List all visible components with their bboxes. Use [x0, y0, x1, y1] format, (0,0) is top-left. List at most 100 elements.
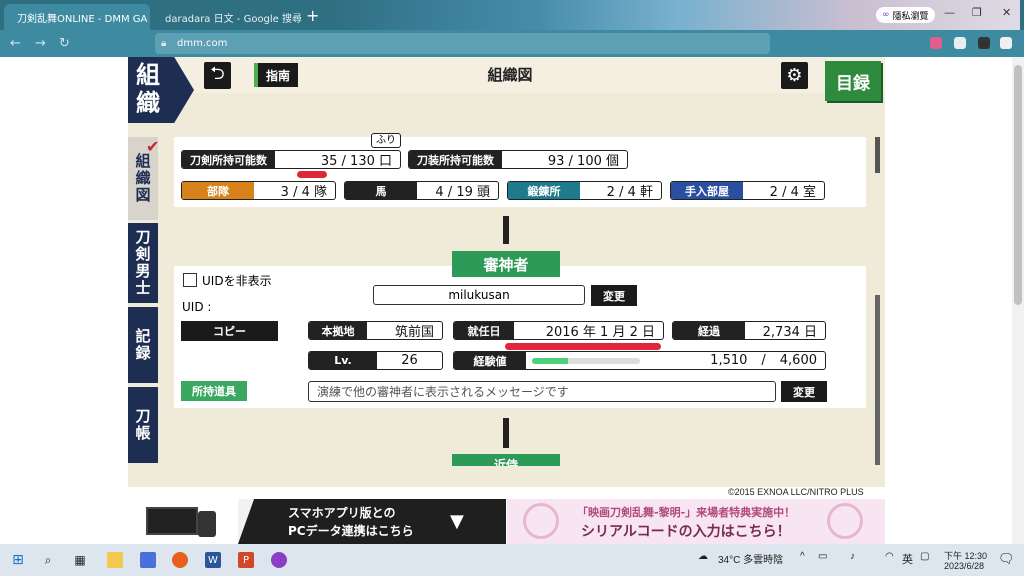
catalog-button[interactable]: 目録	[825, 61, 881, 101]
pocket-icon[interactable]	[930, 37, 942, 49]
menu-icon[interactable]	[1000, 37, 1012, 49]
copy-button[interactable]: コピー	[181, 321, 278, 341]
next-section-header: 近侍	[452, 454, 560, 466]
monitor-icon	[146, 507, 198, 535]
elapsed-days: 経過 2,734 日	[672, 321, 826, 340]
equipment-capacity: 刀装所持可能数 93 / 100 個	[408, 150, 628, 169]
task-view-icon[interactable]: ▦	[72, 552, 88, 568]
stat-label: 就任日	[454, 322, 514, 339]
stat-value: 26	[401, 353, 418, 368]
extension-icon[interactable]	[954, 37, 966, 49]
url-field[interactable]: 🔒︎ dmm.com	[155, 33, 770, 54]
banner-text-line1: 「映画刀剣乱舞-黎明-」来場者特典実施中！	[577, 506, 796, 519]
gear-icon[interactable]: ⚙	[781, 62, 808, 89]
network-icon[interactable]: ◠	[885, 551, 894, 562]
back-icon[interactable]: ←	[10, 36, 21, 51]
private-profile-badge[interactable]: ∞ 隱私瀏覽	[876, 7, 935, 23]
hide-uid-checkbox[interactable]	[183, 273, 197, 287]
ime-indicator[interactable]: 英	[902, 551, 913, 567]
tab-sword-book[interactable]: 刀帳	[128, 387, 158, 463]
stat-value: 2016 年 1 月 2 日	[545, 325, 655, 340]
change-message-button[interactable]: 変更	[781, 381, 827, 402]
tab-records[interactable]: 記録	[128, 307, 158, 383]
word-icon[interactable]: W	[205, 552, 221, 568]
repair-room-count: 手入部屋 2 / 4 室	[670, 181, 825, 200]
hide-uid-label: UIDを非表示	[202, 274, 272, 288]
items-button[interactable]: 所持道具	[181, 381, 247, 401]
stat-value: 3 / 4 隊	[280, 185, 327, 200]
exp-progress-bar	[532, 358, 640, 364]
message-field[interactable]: 演練で他の審神者に表示されるメッセージです	[308, 381, 776, 402]
guide-button[interactable]: 指南	[254, 63, 298, 87]
reload-icon[interactable]: ↻	[59, 36, 70, 51]
saniwa-name: milukusan	[373, 285, 585, 305]
layout-icon[interactable]: ▢	[920, 551, 929, 562]
app-link-banner[interactable]: スマホアプリ版との PCデータ連携はこちら ▼	[128, 499, 506, 544]
extension-icon[interactable]	[978, 37, 990, 49]
url-domain: dmm.com	[177, 38, 228, 49]
maximize-button[interactable]: ❐	[972, 6, 982, 19]
stat-label: Lv.	[309, 352, 377, 369]
down-triangle-icon: ▼	[450, 511, 464, 532]
stat-label: 経過	[673, 322, 745, 339]
inner-scrollbar-thumb[interactable]	[875, 137, 880, 173]
tab-title: 刀剣乱舞ONLINE - DMM GA	[17, 13, 148, 25]
weather-icon[interactable]: ☁	[698, 551, 708, 562]
red-highlight	[297, 171, 327, 178]
home-province: 本拠地 筑前国	[308, 321, 443, 340]
app-icon[interactable]	[140, 552, 156, 568]
file-explorer-icon[interactable]	[107, 552, 123, 568]
stat-label: 部隊	[182, 182, 254, 199]
forward-icon[interactable]: →	[35, 36, 46, 51]
red-highlight	[505, 343, 661, 350]
mask-icon: ∞	[882, 10, 890, 20]
forge-count: 鍛錬所 2 / 4 軒	[507, 181, 662, 200]
copyright: ©2015 EXNOA LLC/NITRO PLUS	[728, 487, 864, 497]
weather-text[interactable]: 34°C 多雲時陰	[718, 551, 783, 566]
exp-max: 4,600	[779, 353, 817, 368]
tree-connector	[503, 418, 509, 448]
page-scrollbar[interactable]	[1012, 57, 1024, 544]
stat-label: 鍛錬所	[508, 182, 580, 199]
new-tab-button[interactable]: +	[306, 6, 319, 25]
windows-start-icon[interactable]: ⊞	[10, 552, 26, 568]
browser-tab[interactable]: daradara 日文 - Google 搜尋 ✕	[152, 4, 302, 30]
exp-progress-fill	[532, 358, 568, 364]
private-browser-icon[interactable]	[271, 552, 287, 568]
stat-value: 93 / 100 個	[547, 154, 619, 169]
firefox-icon[interactable]	[172, 552, 188, 568]
browser-tab-active[interactable]: 刀剣乱舞ONLINE - DMM GA ✕	[4, 4, 150, 30]
volume-icon[interactable]: ♪	[850, 551, 855, 562]
stat-label: 刀装所持可能数	[409, 151, 502, 168]
check-icon: ✔	[146, 137, 160, 156]
saniwa-header: 審神者	[452, 251, 560, 277]
stat-value: 2 / 4 室	[769, 185, 816, 200]
stat-value: 筑前国	[394, 325, 434, 340]
profile-name: 隱私瀏覽	[892, 11, 929, 22]
back-arrow-icon[interactable]: ⮌	[204, 62, 231, 89]
powerpoint-icon[interactable]: P	[238, 552, 254, 568]
stat-value: 4 / 19 頭	[435, 185, 490, 200]
change-name-button[interactable]: 変更	[591, 285, 637, 306]
battery-icon: ▭	[818, 551, 828, 562]
clock-date[interactable]: 2023/6/28	[944, 561, 984, 571]
tray-chevron-icon[interactable]: ^	[800, 551, 805, 562]
furigana-bubble: ふり	[371, 133, 401, 148]
search-icon[interactable]: ⌕	[40, 552, 56, 568]
sword-capacity: 刀剣所持可能数 35 / 130 口	[181, 150, 401, 169]
start-date: 就任日 2016 年 1 月 2 日	[453, 321, 664, 340]
phone-icon	[198, 511, 216, 537]
notification-icon[interactable]: 🗨︎	[998, 551, 1015, 567]
tab-swords[interactable]: 刀剣男士	[128, 223, 158, 303]
minimize-button[interactable]: —	[944, 6, 955, 19]
banner-text-line1: スマホアプリ版との	[288, 506, 396, 520]
scrollbar-thumb[interactable]	[1014, 65, 1022, 305]
close-window-button[interactable]: ✕	[1002, 6, 1011, 19]
movie-serial-banner[interactable]: 「映画刀剣乱舞-黎明-」来場者特典実施中！ シリアルコードの入力はこちら！	[507, 499, 885, 544]
tree-connector	[503, 216, 509, 244]
banner-text-line2: シリアルコードの入力はこちら！	[581, 524, 791, 540]
lock-icon: 🔒︎	[161, 38, 167, 49]
inner-scrollbar-track[interactable]	[875, 295, 880, 465]
flower-icon	[827, 503, 863, 539]
stat-label: 本拠地	[309, 322, 367, 339]
